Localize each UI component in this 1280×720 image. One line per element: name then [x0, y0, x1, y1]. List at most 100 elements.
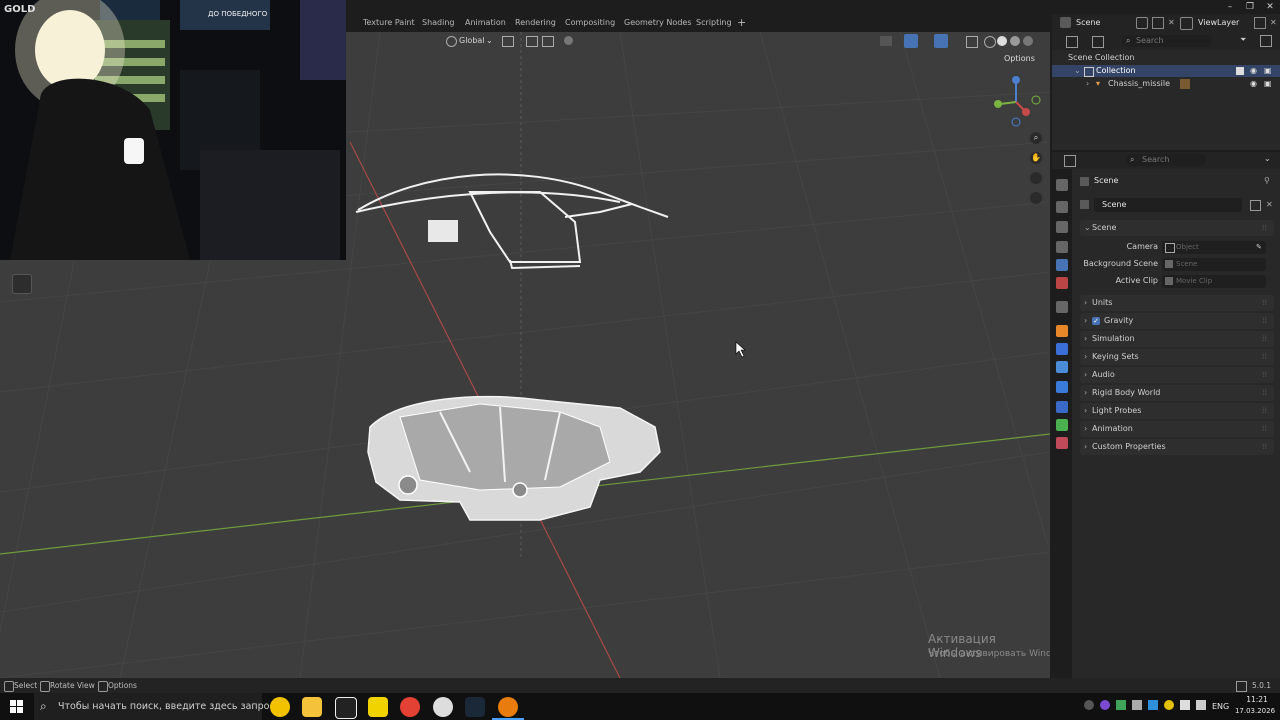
tray-icon[interactable]	[1164, 700, 1174, 710]
windows-start-icon[interactable]	[10, 700, 23, 713]
modifier-tab-icon[interactable]	[1056, 343, 1068, 355]
camera-field[interactable]: Object ✎	[1162, 241, 1266, 254]
obs-icon[interactable]	[433, 697, 453, 717]
eyedropper-icon[interactable]: ✎	[1256, 241, 1262, 254]
tool-tab-icon[interactable]	[1056, 179, 1068, 191]
object-tab-icon[interactable]	[1056, 325, 1068, 337]
render-tab-icon[interactable]	[1056, 201, 1068, 213]
chevron-down-icon[interactable]: ⌄	[1074, 65, 1081, 77]
tab-geometry-nodes[interactable]: Geometry Nodes	[624, 14, 691, 32]
network-icon[interactable]	[1180, 700, 1190, 710]
gravity-checkbox[interactable]: ✓	[1092, 317, 1100, 325]
collection-tab-icon[interactable]	[1056, 301, 1068, 313]
simulation-panel-header[interactable]: › Simulation ⁞⁞	[1080, 331, 1274, 347]
clock-date[interactable]: 17.03.2026	[1232, 707, 1278, 715]
app-stats-icon[interactable]	[368, 697, 388, 717]
outliner-search-input[interactable]: ⌕ Search	[1122, 35, 1212, 47]
display-mode-icon[interactable]	[1092, 36, 1104, 48]
tab-compositing[interactable]: Compositing	[565, 14, 615, 32]
viewport-options-button[interactable]: Options	[1004, 52, 1035, 66]
language-indicator[interactable]: ENG	[1212, 693, 1229, 720]
drag-handle-icon[interactable]: ⁞⁞	[1262, 220, 1267, 236]
output-tab-icon[interactable]	[1056, 221, 1068, 233]
outliner-row[interactable]: Scene Collection	[1052, 52, 1280, 64]
delete-viewlayer-icon[interactable]: ✕	[1270, 18, 1277, 27]
tray-icon[interactable]	[1148, 700, 1158, 710]
transform-orientation-dropdown[interactable]: Global	[459, 34, 485, 48]
scene-panel-header[interactable]: ⌄ Scene ⁞⁞	[1080, 220, 1274, 236]
maximize-button[interactable]: ❐	[1240, 0, 1260, 14]
snap-target-icon[interactable]	[542, 36, 554, 47]
taskbar-search-input[interactable]: ⌕ Чтобы начать поиск, введите здесь запр…	[34, 693, 275, 720]
delete-icon[interactable]: ✕	[1266, 197, 1273, 213]
chevron-down-icon[interactable]: ⌄	[1264, 154, 1271, 163]
keying-sets-panel-header[interactable]: › Keying Sets ⁞⁞	[1080, 349, 1274, 365]
clock-time[interactable]: 11:21	[1238, 695, 1276, 704]
camera-view-icon[interactable]	[1030, 172, 1042, 184]
particles-tab-icon[interactable]	[1056, 361, 1068, 373]
proportional-edit-icon[interactable]	[564, 36, 573, 45]
file-explorer-icon[interactable]	[302, 697, 322, 717]
new-scene-icon[interactable]	[1152, 17, 1164, 29]
pivot-icon[interactable]	[502, 36, 514, 47]
minimize-button[interactable]: –	[1220, 0, 1240, 14]
outliner-row[interactable]: ⌄ Collection ◉ ▣	[1052, 65, 1280, 77]
drag-handle-icon[interactable]: ⁞⁞	[1262, 385, 1267, 401]
tray-icon[interactable]	[1132, 700, 1142, 710]
navigation-gizmo[interactable]	[988, 72, 1048, 132]
eye-icon[interactable]: ◉	[1250, 65, 1257, 77]
tab-scripting[interactable]: Scripting	[696, 14, 732, 32]
chrome-icon[interactable]	[400, 697, 420, 717]
rigid-body-panel-header[interactable]: › Rigid Body World ⁞⁞	[1080, 385, 1274, 401]
pin-icon[interactable]	[1136, 17, 1148, 29]
add-workspace-icon[interactable]: +	[737, 14, 746, 32]
drag-handle-icon[interactable]: ⁞⁞	[1262, 313, 1267, 329]
data-tab-icon[interactable]	[1056, 419, 1068, 431]
delete-scene-icon[interactable]: ✕	[1168, 18, 1175, 27]
steam-icon[interactable]	[465, 697, 485, 717]
tray-icon[interactable]	[1084, 700, 1094, 710]
units-panel-header[interactable]: › Units ⁞⁞	[1080, 295, 1274, 311]
blender-icon[interactable]	[498, 697, 518, 717]
toolbar-cube-icon[interactable]	[12, 274, 32, 294]
drag-handle-icon[interactable]: ⁞⁞	[1262, 295, 1267, 311]
material-shading-icon[interactable]	[1010, 36, 1020, 46]
editor-type-icon[interactable]	[1064, 155, 1076, 167]
tab-shading[interactable]: Shading	[422, 14, 455, 32]
outliner-row[interactable]: › ▾ Chassis_missile ◉ ▣	[1052, 78, 1280, 90]
world-tab-icon[interactable]	[1056, 277, 1068, 289]
filter-icon[interactable]: ⏷	[1240, 35, 1246, 45]
tray-icon[interactable]	[1116, 700, 1126, 710]
drag-handle-icon[interactable]: ⁞⁞	[1262, 349, 1267, 365]
background-scene-field[interactable]: Scene	[1162, 258, 1266, 271]
camera-icon[interactable]: ▣	[1264, 78, 1272, 90]
chevron-right-icon[interactable]: ›	[1086, 78, 1089, 90]
pin-icon[interactable]: ⚲	[1264, 173, 1270, 189]
new-collection-icon[interactable]	[1260, 35, 1272, 47]
physics-tab-icon[interactable]	[1056, 381, 1068, 393]
new-scene-icon[interactable]	[1250, 200, 1261, 211]
exclude-checkbox[interactable]	[1236, 67, 1244, 75]
material-tab-icon[interactable]	[1056, 437, 1068, 449]
editor-type-icon[interactable]	[1066, 36, 1078, 48]
close-button[interactable]: ✕	[1260, 0, 1280, 14]
tab-rendering[interactable]: Rendering	[515, 14, 556, 32]
snap-icon[interactable]	[526, 36, 538, 47]
drag-handle-icon[interactable]: ⁞⁞	[1262, 421, 1267, 437]
app-h-icon[interactable]	[335, 697, 357, 719]
camera-icon[interactable]: ▣	[1264, 65, 1272, 77]
eye-icon[interactable]: ◉	[1250, 78, 1257, 90]
tab-animation[interactable]: Animation	[465, 14, 506, 32]
light-probes-panel-header[interactable]: › Light Probes ⁞⁞	[1080, 403, 1274, 419]
pan-hand-icon[interactable]: ✋	[1030, 152, 1042, 164]
solid-shading-icon[interactable]	[997, 36, 1007, 46]
xray-icon[interactable]	[966, 36, 978, 48]
viewlayer-selector[interactable]: ViewLayer	[1198, 14, 1239, 32]
scene-selector[interactable]: Scene	[1076, 14, 1100, 32]
rendered-shading-icon[interactable]	[1023, 36, 1033, 46]
volume-icon[interactable]	[1196, 700, 1206, 710]
wireframe-shading-icon[interactable]	[984, 36, 996, 48]
constraints-tab-icon[interactable]	[1056, 401, 1068, 413]
drag-handle-icon[interactable]: ⁞⁞	[1262, 403, 1267, 419]
gizmo-toggle-icon[interactable]	[904, 34, 918, 48]
